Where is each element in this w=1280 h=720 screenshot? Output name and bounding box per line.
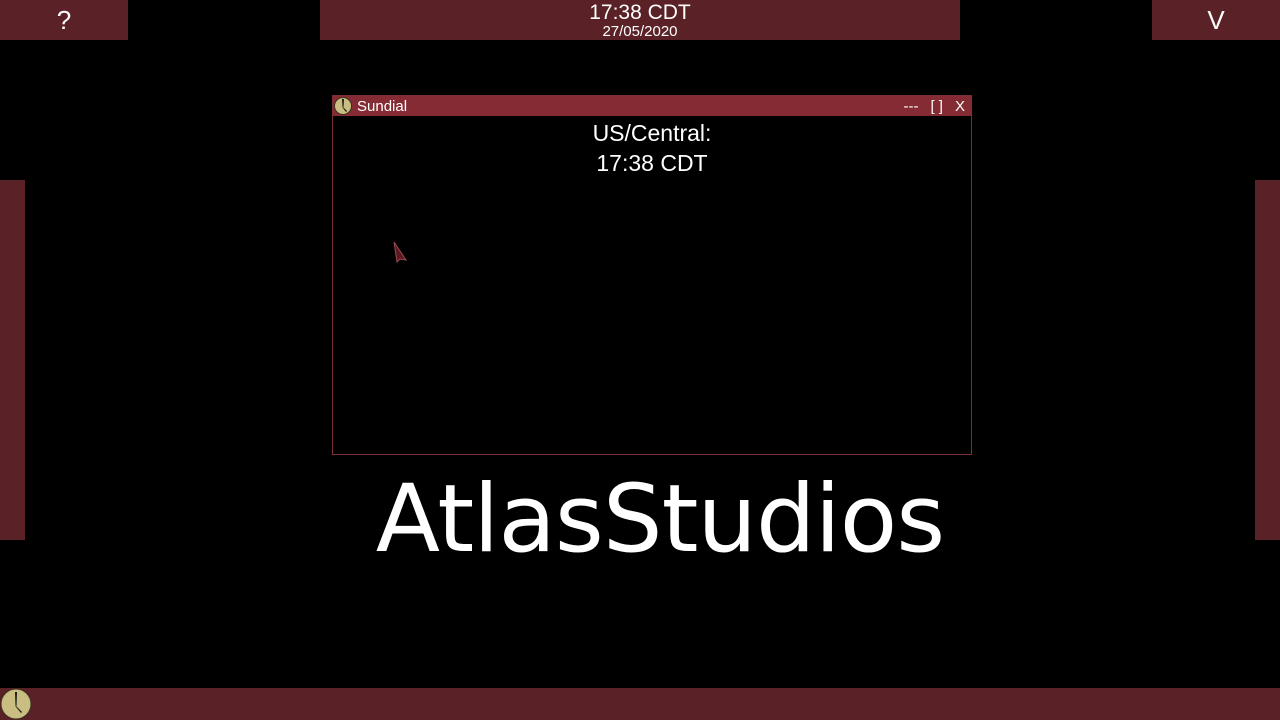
close-button[interactable]: X [949, 98, 971, 115]
menu-button-label: V [1207, 4, 1225, 35]
mouse-cursor-icon [393, 241, 408, 264]
menu-dropdown-button[interactable]: V [1152, 0, 1280, 40]
sundial-icon [334, 97, 352, 115]
right-side-panel[interactable] [1255, 180, 1280, 540]
help-button[interactable]: ? [0, 0, 128, 40]
help-button-label: ? [56, 4, 72, 35]
clock-time: 17:38 CDT [589, 0, 691, 24]
window-titlebar[interactable]: Sundial --- [ ] X [333, 96, 971, 116]
sundial-window: Sundial --- [ ] X US/Central: 17:38 CDT [332, 95, 972, 455]
start-sundial-icon[interactable] [0, 688, 32, 720]
taskbar [0, 688, 1280, 720]
left-side-panel[interactable] [0, 180, 25, 540]
timezone-label: US/Central: [592, 120, 712, 146]
window-title: Sundial [357, 97, 408, 115]
minimize-button[interactable]: --- [897, 98, 924, 115]
window-content: US/Central: 17:38 CDT [333, 116, 971, 454]
clock-display: 17:38 CDT 27/05/2020 [320, 0, 960, 40]
maximize-button[interactable]: [ ] [924, 98, 949, 115]
clock-date: 27/05/2020 [602, 22, 678, 40]
timezone-time: 17:38 CDT [596, 150, 708, 176]
desktop-logo-text: AtlasStudios [375, 465, 946, 574]
